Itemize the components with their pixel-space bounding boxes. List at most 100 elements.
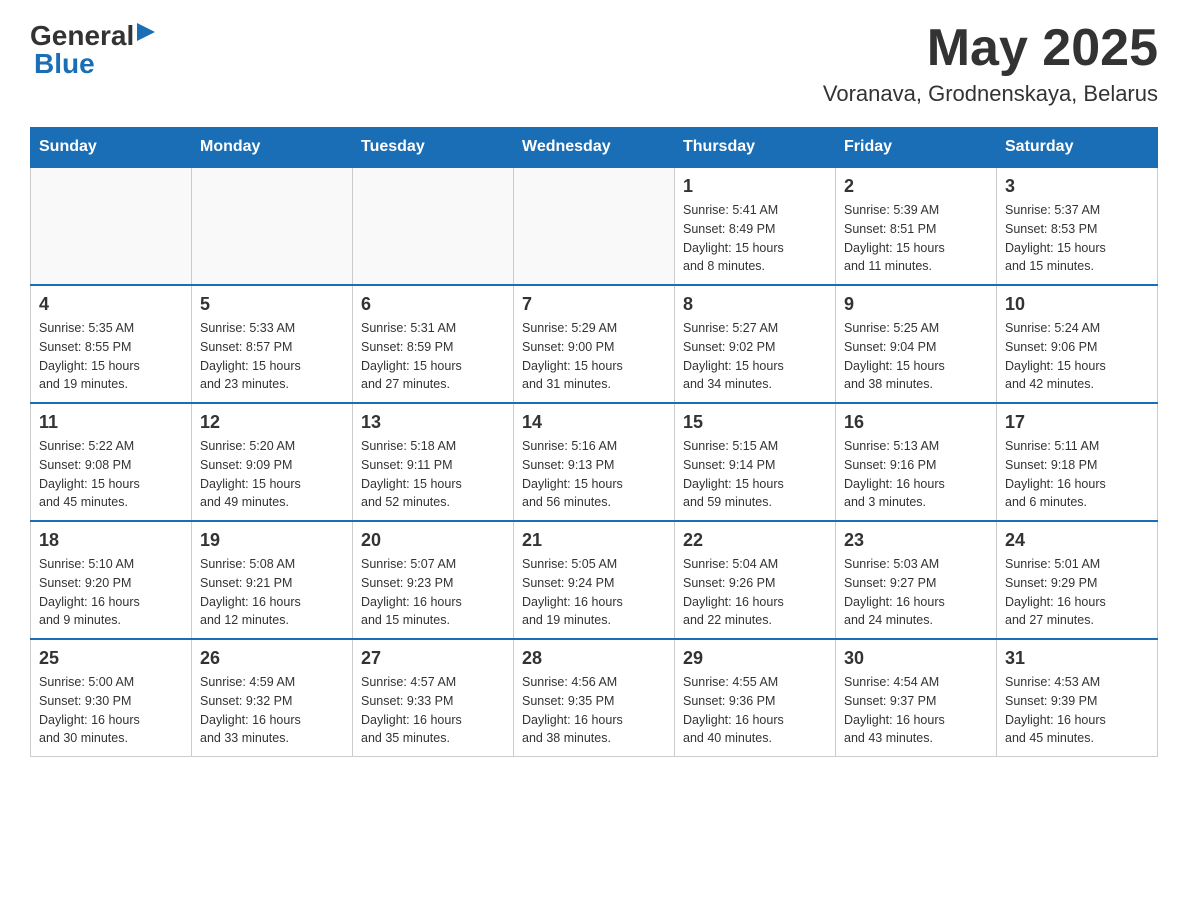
calendar-cell (192, 167, 353, 285)
calendar-cell: 21 Sunrise: 5:05 AM Sunset: 9:24 PM Dayli… (514, 521, 675, 639)
calendar-cell: 28 Sunrise: 4:56 AM Sunset: 9:35 PM Dayli… (514, 639, 675, 757)
day-number: 1 (683, 176, 827, 197)
calendar-header-tuesday: Tuesday (353, 128, 514, 168)
calendar-cell: 30 Sunrise: 4:54 AM Sunset: 9:37 PM Dayli… (836, 639, 997, 757)
day-info: Sunrise: 5:16 AM Sunset: 9:13 PM Dayligh… (522, 437, 666, 512)
day-info: Sunrise: 5:22 AM Sunset: 9:08 PM Dayligh… (39, 437, 183, 512)
calendar-header-row: SundayMondayTuesdayWednesdayThursdayFrid… (31, 128, 1158, 168)
calendar-cell: 2Sunrise: 5:39 AM Sunset: 8:51 PM Daylig… (836, 167, 997, 285)
day-number: 27 (361, 648, 505, 669)
day-info: Sunrise: 5:01 AM Sunset: 9:29 PM Dayligh… (1005, 555, 1149, 630)
day-info: Sunrise: 5:33 AM Sunset: 8:57 PM Dayligh… (200, 319, 344, 394)
calendar-header-friday: Friday (836, 128, 997, 168)
calendar-cell: 10Sunrise: 5:24 AM Sunset: 9:06 PM Dayli… (997, 285, 1158, 403)
calendar-cell: 31Sunrise: 4:53 AM Sunset: 9:39 PM Dayli… (997, 639, 1158, 757)
calendar-cell: 1 Sunrise: 5:41 AM Sunset: 8:49 PM Daylig… (675, 167, 836, 285)
calendar-cell: 7 Sunrise: 5:29 AM Sunset: 9:00 PM Daylig… (514, 285, 675, 403)
calendar-header-thursday: Thursday (675, 128, 836, 168)
logo: General Blue (30, 20, 155, 80)
calendar-week-row-2: 4Sunrise: 5:35 AM Sunset: 8:55 PM Daylig… (31, 285, 1158, 403)
day-info: Sunrise: 5:37 AM Sunset: 8:53 PM Dayligh… (1005, 201, 1149, 276)
calendar-cell: 24 Sunrise: 5:01 AM Sunset: 9:29 PM Dayli… (997, 521, 1158, 639)
day-number: 28 (522, 648, 666, 669)
calendar-week-row-4: 18Sunrise: 5:10 AM Sunset: 9:20 PM Dayli… (31, 521, 1158, 639)
day-number: 22 (683, 530, 827, 551)
day-number: 5 (200, 294, 344, 315)
calendar-cell (31, 167, 192, 285)
day-number: 13 (361, 412, 505, 433)
calendar-header-monday: Monday (192, 128, 353, 168)
calendar-cell: 14 Sunrise: 5:16 AM Sunset: 9:13 PM Dayli… (514, 403, 675, 521)
day-number: 30 (844, 648, 988, 669)
page-header: General Blue May 2025 Voranava, Grodnens… (30, 20, 1158, 107)
day-info: Sunrise: 5:27 AM Sunset: 9:02 PM Dayligh… (683, 319, 827, 394)
day-number: 14 (522, 412, 666, 433)
day-info: Sunrise: 4:53 AM Sunset: 9:39 PM Dayligh… (1005, 673, 1149, 748)
calendar-week-row-3: 11 Sunrise: 5:22 AM Sunset: 9:08 PM Dayli… (31, 403, 1158, 521)
day-info: Sunrise: 5:05 AM Sunset: 9:24 PM Dayligh… (522, 555, 666, 630)
day-info: Sunrise: 5:20 AM Sunset: 9:09 PM Dayligh… (200, 437, 344, 512)
calendar-cell: 16 Sunrise: 5:13 AM Sunset: 9:16 PM Dayli… (836, 403, 997, 521)
day-info: Sunrise: 5:11 AM Sunset: 9:18 PM Dayligh… (1005, 437, 1149, 512)
day-number: 2 (844, 176, 988, 197)
day-number: 12 (200, 412, 344, 433)
day-info: Sunrise: 5:15 AM Sunset: 9:14 PM Dayligh… (683, 437, 827, 512)
day-number: 21 (522, 530, 666, 551)
day-number: 7 (522, 294, 666, 315)
day-info: Sunrise: 5:03 AM Sunset: 9:27 PM Dayligh… (844, 555, 988, 630)
day-info: Sunrise: 4:57 AM Sunset: 9:33 PM Dayligh… (361, 673, 505, 748)
logo-blue-text: Blue (34, 48, 155, 80)
calendar-cell: 18Sunrise: 5:10 AM Sunset: 9:20 PM Dayli… (31, 521, 192, 639)
calendar-cell: 4Sunrise: 5:35 AM Sunset: 8:55 PM Daylig… (31, 285, 192, 403)
day-info: Sunrise: 4:54 AM Sunset: 9:37 PM Dayligh… (844, 673, 988, 748)
calendar-cell: 26 Sunrise: 4:59 AM Sunset: 9:32 PM Dayli… (192, 639, 353, 757)
day-info: Sunrise: 5:18 AM Sunset: 9:11 PM Dayligh… (361, 437, 505, 512)
day-number: 9 (844, 294, 988, 315)
calendar-cell (514, 167, 675, 285)
day-number: 15 (683, 412, 827, 433)
calendar-header-saturday: Saturday (997, 128, 1158, 168)
day-info: Sunrise: 5:08 AM Sunset: 9:21 PM Dayligh… (200, 555, 344, 630)
calendar-cell: 27 Sunrise: 4:57 AM Sunset: 9:33 PM Dayli… (353, 639, 514, 757)
day-info: Sunrise: 5:07 AM Sunset: 9:23 PM Dayligh… (361, 555, 505, 630)
day-number: 8 (683, 294, 827, 315)
calendar-cell: 15 Sunrise: 5:15 AM Sunset: 9:14 PM Dayli… (675, 403, 836, 521)
day-number: 3 (1005, 176, 1149, 197)
calendar-cell: 23 Sunrise: 5:03 AM Sunset: 9:27 PM Dayli… (836, 521, 997, 639)
day-number: 24 (1005, 530, 1149, 551)
day-number: 11 (39, 412, 183, 433)
day-info: Sunrise: 5:31 AM Sunset: 8:59 PM Dayligh… (361, 319, 505, 394)
calendar-cell: 3 Sunrise: 5:37 AM Sunset: 8:53 PM Daylig… (997, 167, 1158, 285)
day-info: Sunrise: 5:41 AM Sunset: 8:49 PM Dayligh… (683, 201, 827, 276)
day-info: Sunrise: 5:13 AM Sunset: 9:16 PM Dayligh… (844, 437, 988, 512)
day-info: Sunrise: 5:35 AM Sunset: 8:55 PM Dayligh… (39, 319, 183, 394)
calendar-cell: 12 Sunrise: 5:20 AM Sunset: 9:09 PM Dayli… (192, 403, 353, 521)
calendar-cell: 22 Sunrise: 5:04 AM Sunset: 9:26 PM Dayli… (675, 521, 836, 639)
day-number: 23 (844, 530, 988, 551)
calendar-header-wednesday: Wednesday (514, 128, 675, 168)
day-number: 29 (683, 648, 827, 669)
calendar-cell: 8 Sunrise: 5:27 AM Sunset: 9:02 PM Daylig… (675, 285, 836, 403)
calendar-cell (353, 167, 514, 285)
calendar-cell: 11 Sunrise: 5:22 AM Sunset: 9:08 PM Dayli… (31, 403, 192, 521)
title-section: May 2025 Voranava, Grodnenskaya, Belarus (823, 20, 1158, 107)
day-number: 26 (200, 648, 344, 669)
calendar-week-row-5: 25Sunrise: 5:00 AM Sunset: 9:30 PM Dayli… (31, 639, 1158, 757)
day-number: 19 (200, 530, 344, 551)
day-info: Sunrise: 4:55 AM Sunset: 9:36 PM Dayligh… (683, 673, 827, 748)
day-info: Sunrise: 4:59 AM Sunset: 9:32 PM Dayligh… (200, 673, 344, 748)
day-info: Sunrise: 4:56 AM Sunset: 9:35 PM Dayligh… (522, 673, 666, 748)
day-number: 18 (39, 530, 183, 551)
day-info: Sunrise: 5:04 AM Sunset: 9:26 PM Dayligh… (683, 555, 827, 630)
calendar-cell: 29 Sunrise: 4:55 AM Sunset: 9:36 PM Dayli… (675, 639, 836, 757)
day-info: Sunrise: 5:00 AM Sunset: 9:30 PM Dayligh… (39, 673, 183, 748)
day-number: 16 (844, 412, 988, 433)
calendar-cell: 25Sunrise: 5:00 AM Sunset: 9:30 PM Dayli… (31, 639, 192, 757)
day-info: Sunrise: 5:24 AM Sunset: 9:06 PM Dayligh… (1005, 319, 1149, 394)
calendar-cell: 20Sunrise: 5:07 AM Sunset: 9:23 PM Dayli… (353, 521, 514, 639)
day-info: Sunrise: 5:29 AM Sunset: 9:00 PM Dayligh… (522, 319, 666, 394)
calendar-cell: 17Sunrise: 5:11 AM Sunset: 9:18 PM Dayli… (997, 403, 1158, 521)
month-year-heading: May 2025 (823, 20, 1158, 77)
day-number: 6 (361, 294, 505, 315)
calendar-cell: 6 Sunrise: 5:31 AM Sunset: 8:59 PM Daylig… (353, 285, 514, 403)
